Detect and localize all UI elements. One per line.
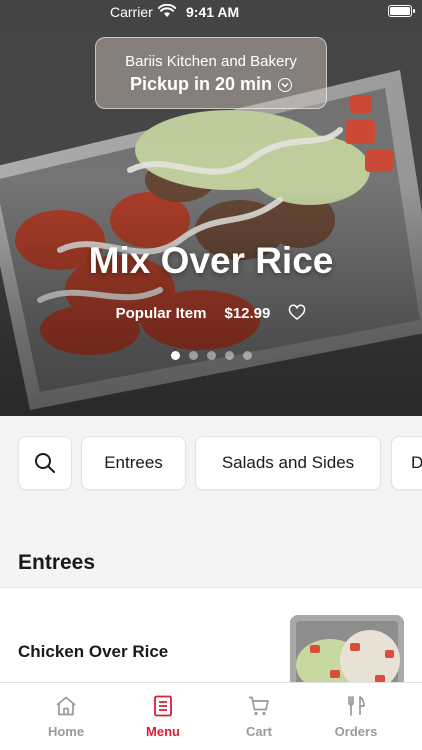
featured-price: $12.99 xyxy=(224,304,271,322)
category-chip-drinks[interactable]: Drinks xyxy=(391,436,422,490)
pickup-time: Pickup in 20 min xyxy=(129,74,293,95)
pickup-selector[interactable]: Bariis Kitchen and Bakery Pickup in 20 m… xyxy=(95,37,327,109)
tab-orders[interactable]: Orders xyxy=(308,683,404,750)
tab-cart[interactable]: Cart xyxy=(211,683,307,750)
category-bar[interactable]: Entrees Salads and Sides Drinks xyxy=(0,416,422,512)
hero-banner[interactable]: Carrier 9:41 AM Bariis Kitchen and Baker… xyxy=(0,0,422,416)
tab-menu[interactable]: Menu xyxy=(115,683,211,750)
category-chip-entrees[interactable]: Entrees xyxy=(81,436,186,490)
tab-label: Orders xyxy=(334,724,378,739)
carousel-dot[interactable] xyxy=(206,351,216,360)
carousel-dot[interactable] xyxy=(188,351,198,360)
pickup-time-label: Pickup in 20 min xyxy=(129,74,273,94)
menu-item-list: Chicken Over Rice xyxy=(0,587,422,687)
carousel-dots[interactable] xyxy=(0,351,422,360)
featured-item-title: Mix Over Rice xyxy=(88,240,334,281)
popular-badge: Popular Item xyxy=(115,304,207,322)
tab-home[interactable]: Home xyxy=(18,683,114,750)
status-bar: Carrier 9:41 AM xyxy=(0,0,422,24)
chevron-down-icon xyxy=(278,77,293,92)
carrier-label: Carrier xyxy=(110,4,153,20)
tab-label: Menu xyxy=(146,724,180,739)
cart-icon xyxy=(249,696,269,716)
featured-item-meta: Popular Item $12.99 xyxy=(0,304,422,322)
carousel-dot[interactable] xyxy=(170,351,180,360)
battery-icon xyxy=(388,5,415,17)
home-icon xyxy=(56,696,76,716)
section-title: Entrees xyxy=(18,551,96,574)
clock: 9:41 AM xyxy=(186,4,240,20)
wifi-icon xyxy=(158,4,176,17)
menu-item-name: Chicken Over Rice xyxy=(18,642,169,661)
menu-item-photo xyxy=(290,615,404,687)
search-button[interactable] xyxy=(18,436,72,490)
heart-icon[interactable] xyxy=(288,304,306,322)
restaurant-name: Bariis Kitchen and Bakery xyxy=(125,53,297,70)
carousel-dot[interactable] xyxy=(242,351,252,360)
tab-label: Home xyxy=(47,724,85,739)
search-icon xyxy=(35,453,55,473)
carousel-dot[interactable] xyxy=(224,351,234,360)
tab-label: Cart xyxy=(245,724,272,739)
tab-bar: Home Menu Cart Orders xyxy=(0,682,422,750)
menu-icon xyxy=(154,695,172,717)
orders-icon xyxy=(348,696,365,716)
category-chip-salads-and-sides[interactable]: Salads and Sides xyxy=(195,436,381,490)
